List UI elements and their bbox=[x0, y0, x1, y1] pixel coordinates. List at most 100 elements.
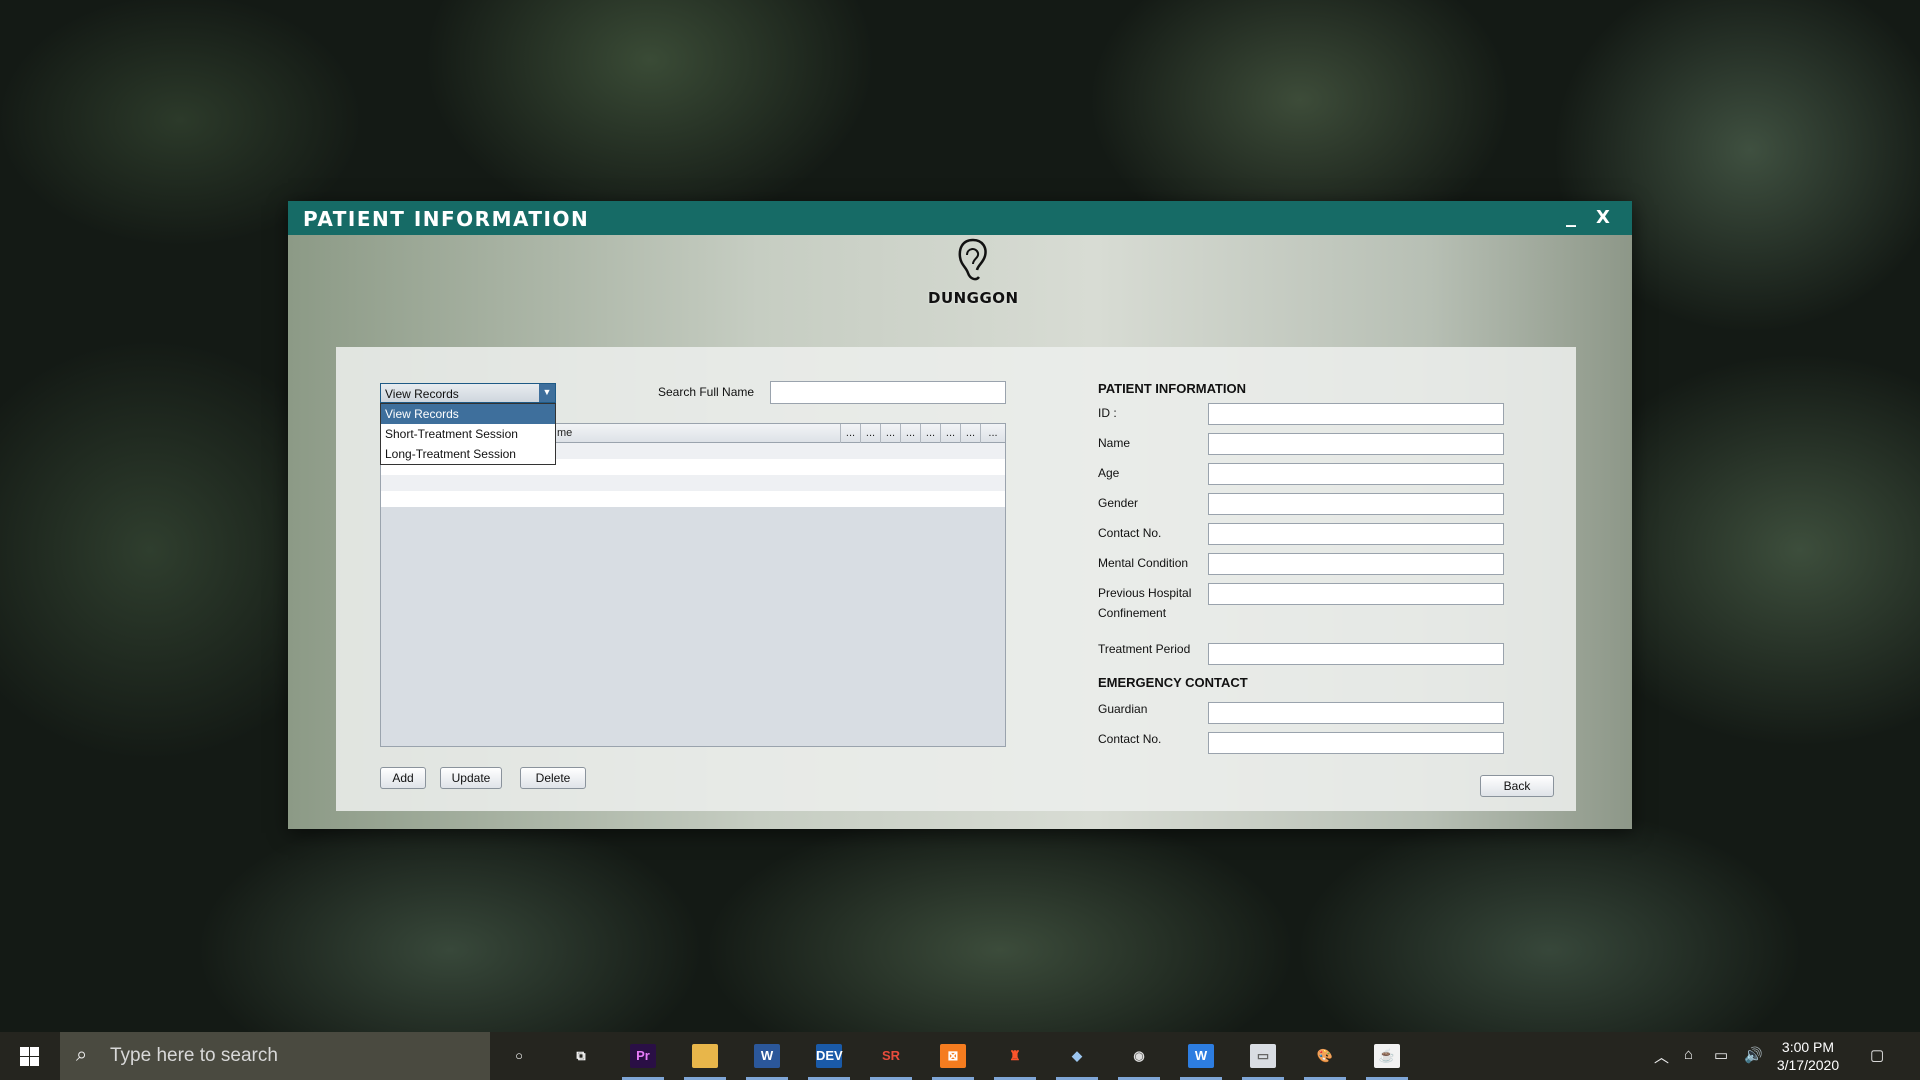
task-view-icon-glyph: ⧉ bbox=[576, 1048, 586, 1063]
dropdown-option-short-treatment[interactable]: Short-Treatment Session bbox=[381, 424, 555, 444]
network-icon[interactable]: ⌂ bbox=[1684, 1046, 1693, 1063]
name-field[interactable] bbox=[1208, 433, 1504, 455]
emergency-contact-heading: EMERGENCY CONTACT bbox=[1098, 675, 1248, 690]
emergency-contact-field[interactable] bbox=[1208, 732, 1504, 754]
word-icon[interactable]: W bbox=[742, 1032, 792, 1080]
chevron-down-icon[interactable]: ▼ bbox=[539, 384, 555, 402]
id-field[interactable] bbox=[1208, 403, 1504, 425]
record-type-combo[interactable]: View Records ▼ bbox=[380, 383, 556, 403]
column-header[interactable]: ... bbox=[981, 424, 1005, 443]
contact-field[interactable] bbox=[1208, 523, 1504, 545]
id-label: ID : bbox=[1098, 406, 1117, 420]
delete-button[interactable]: Delete bbox=[520, 767, 586, 789]
notification-icon[interactable]: ▢ bbox=[1870, 1046, 1884, 1064]
combo-selected-value: View Records bbox=[385, 387, 459, 401]
xampp-icon[interactable]: ⊠ bbox=[928, 1032, 978, 1080]
window-title: PATIENT INFORMATION bbox=[303, 207, 590, 231]
table-row[interactable] bbox=[381, 475, 1005, 491]
search-icon: ⌕ bbox=[76, 1044, 88, 1066]
media-player-icon-glyph: ◉ bbox=[1133, 1048, 1145, 1063]
brave-icon-glyph: ♜ bbox=[1009, 1048, 1021, 1063]
treatment-period-label: Treatment Period bbox=[1098, 642, 1191, 656]
search-full-name-input[interactable] bbox=[770, 381, 1006, 404]
close-button[interactable]: X bbox=[1596, 207, 1610, 228]
dropdown-option-view-records[interactable]: View Records bbox=[381, 404, 555, 424]
logo-text: DUNGGON bbox=[928, 289, 1019, 307]
ear-icon bbox=[958, 238, 987, 281]
cortana-icon-glyph: ○ bbox=[515, 1048, 523, 1063]
paint-icon[interactable]: 🎨 bbox=[1300, 1032, 1350, 1080]
window-titlebar[interactable]: PATIENT INFORMATION _ X bbox=[288, 201, 1632, 235]
search-full-name-label: Search Full Name bbox=[658, 385, 755, 399]
guardian-label: Guardian bbox=[1098, 702, 1148, 716]
minimize-button[interactable]: _ bbox=[1566, 203, 1576, 227]
column-header[interactable]: ... bbox=[941, 424, 961, 443]
patient-information-window: PATIENT INFORMATION _ X DUNGGON View Rec… bbox=[288, 201, 1632, 829]
windows-icon bbox=[20, 1047, 29, 1056]
sr-app-icon[interactable]: SR bbox=[866, 1032, 916, 1080]
taskbar-clock[interactable]: 3:00 PM 3/17/2020 bbox=[1772, 1038, 1844, 1074]
emergency-contact-label: Contact No. bbox=[1098, 732, 1162, 746]
virtualbox-icon[interactable]: ◆ bbox=[1052, 1032, 1102, 1080]
previous-hospital-label: Previous Hospital bbox=[1098, 586, 1192, 600]
app-logo: DUNGGON bbox=[928, 237, 1018, 317]
java-icon-glyph: ☕ bbox=[1374, 1044, 1400, 1068]
word-icon-glyph: W bbox=[754, 1044, 780, 1068]
clock-time: 3:00 PM bbox=[1781, 1039, 1835, 1055]
patient-info-heading: PATIENT INFORMATION bbox=[1098, 381, 1247, 396]
age-field[interactable] bbox=[1208, 463, 1504, 485]
mental-condition-label: Mental Condition bbox=[1098, 556, 1189, 570]
media-player-icon[interactable]: ◉ bbox=[1114, 1032, 1164, 1080]
search-placeholder: Type here to search bbox=[110, 1045, 278, 1066]
gender-label: Gender bbox=[1098, 496, 1139, 510]
paint-icon-glyph: 🎨 bbox=[1316, 1048, 1334, 1063]
column-header[interactable]: ... bbox=[881, 424, 901, 443]
column-header[interactable]: ... bbox=[841, 424, 861, 443]
file-explorer-icon-glyph: ▬ bbox=[692, 1044, 718, 1068]
gender-field[interactable] bbox=[1208, 493, 1504, 515]
sr-app-icon-glyph: SR bbox=[881, 1048, 901, 1063]
premiere-pro-icon-glyph: Pr bbox=[630, 1044, 656, 1068]
task-view-icon[interactable]: ⧉ bbox=[556, 1032, 606, 1080]
dropdown-option-long-treatment[interactable]: Long-Treatment Session bbox=[381, 444, 555, 464]
record-type-dropdown: View Records Short-Treatment Session Lon… bbox=[380, 403, 556, 465]
wps-writer-icon-glyph: W bbox=[1188, 1044, 1214, 1068]
previous-hospital-label-line2: Confinement bbox=[1098, 606, 1167, 620]
taskbar-search[interactable]: ⌕ Type here to search bbox=[60, 1032, 490, 1080]
clock-date: 3/17/2020 bbox=[1776, 1057, 1840, 1073]
paint-window-icon[interactable]: ▭ bbox=[1238, 1032, 1288, 1080]
back-button[interactable]: Back bbox=[1480, 775, 1554, 797]
virtualbox-icon-glyph: ◆ bbox=[1072, 1048, 1082, 1063]
previous-hospital-field[interactable] bbox=[1208, 583, 1504, 605]
update-button[interactable]: Update bbox=[440, 767, 502, 789]
content-panel: View Records ▼ View Records Short-Treatm… bbox=[336, 347, 1576, 811]
add-button[interactable]: Add bbox=[380, 767, 426, 789]
records-table[interactable]: me ... ... ... ... ... ... ... ... bbox=[380, 423, 1006, 747]
column-header[interactable]: ... bbox=[921, 424, 941, 443]
wps-writer-icon[interactable]: W bbox=[1176, 1032, 1226, 1080]
mental-condition-field[interactable] bbox=[1208, 553, 1504, 575]
chevron-up-icon[interactable]: ︿ bbox=[1654, 1046, 1669, 1067]
paint-window-icon-glyph: ▭ bbox=[1250, 1044, 1276, 1068]
dev-cpp-icon[interactable]: DEV bbox=[804, 1032, 854, 1080]
start-button[interactable] bbox=[0, 1032, 60, 1080]
file-explorer-icon[interactable]: ▬ bbox=[680, 1032, 730, 1080]
contact-label: Contact No. bbox=[1098, 526, 1162, 540]
cortana-icon[interactable]: ○ bbox=[494, 1032, 544, 1080]
table-row[interactable] bbox=[381, 491, 1005, 507]
column-header[interactable]: ... bbox=[901, 424, 921, 443]
name-label: Name bbox=[1098, 436, 1131, 450]
premiere-pro-icon[interactable]: Pr bbox=[618, 1032, 668, 1080]
guardian-field[interactable] bbox=[1208, 702, 1504, 724]
volume-icon[interactable]: 🔊 bbox=[1744, 1046, 1763, 1064]
column-header[interactable]: ... bbox=[961, 424, 981, 443]
treatment-period-field[interactable] bbox=[1208, 643, 1504, 665]
brave-icon[interactable]: ♜ bbox=[990, 1032, 1040, 1080]
taskbar: ⌕ Type here to search ○ ⧉ Pr ▬ W DEV SR ⊠ ♜ ◆ ◉ W ▭ 🎨… bbox=[0, 1032, 1920, 1080]
column-header[interactable]: ... bbox=[861, 424, 881, 443]
xampp-icon-glyph: ⊠ bbox=[940, 1044, 966, 1068]
java-icon[interactable]: ☕ bbox=[1362, 1032, 1412, 1080]
dev-cpp-icon-glyph: DEV bbox=[816, 1044, 843, 1068]
battery-icon[interactable]: ▭ bbox=[1714, 1046, 1728, 1064]
age-label: Age bbox=[1098, 466, 1120, 480]
